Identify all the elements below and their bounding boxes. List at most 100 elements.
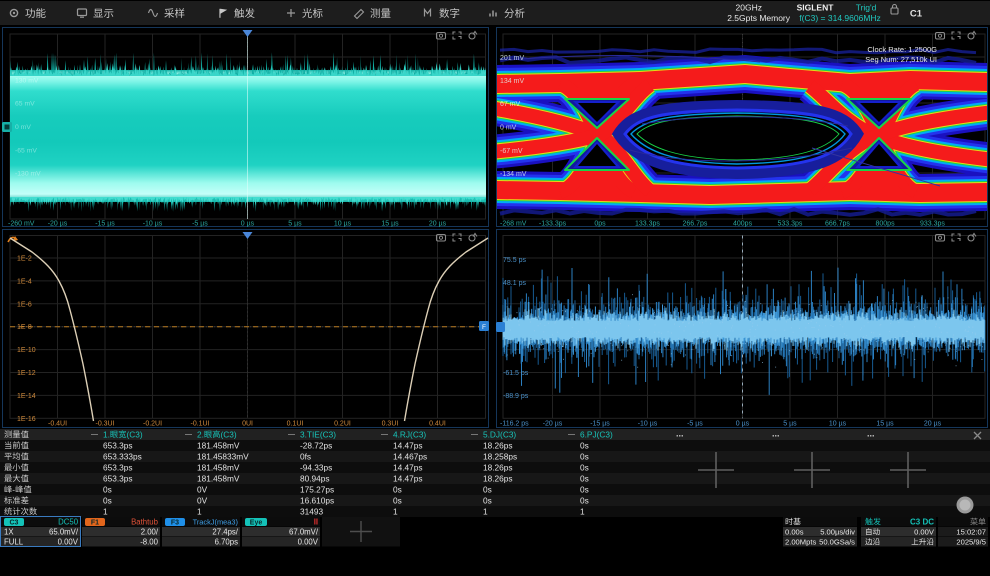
svg-text:-15 µs: -15 µs [95, 221, 115, 228]
svg-text:0UI: 0UI [242, 421, 253, 428]
svg-text:-94.33ps: -94.33ps [300, 462, 332, 472]
svg-text:20GHz: 20GHz [736, 3, 762, 13]
svg-text:1E-10: 1E-10 [17, 347, 36, 354]
svg-text:SIGLENT: SIGLENT [797, 3, 835, 13]
svg-text:181.458mV: 181.458mV [197, 462, 240, 472]
svg-text:201 mV: 201 mV [500, 55, 524, 62]
svg-text:20 µs: 20 µs [924, 421, 942, 428]
svg-text:14.467ps: 14.467ps [393, 451, 427, 461]
svg-text:933.3ps: 933.3ps [920, 221, 945, 228]
svg-text:1E-2: 1E-2 [17, 256, 32, 263]
svg-text:1: 1 [393, 506, 398, 516]
svg-text:-15 µs: -15 µs [590, 421, 610, 428]
svg-text:-0.3UI: -0.3UI [96, 421, 115, 428]
svg-text:0s: 0s [483, 484, 492, 494]
svg-text:0s: 0s [580, 440, 589, 450]
svg-text:1.: 1. [103, 429, 110, 439]
svg-text:0s: 0s [103, 495, 112, 505]
svg-text:2.00/: 2.00/ [141, 528, 159, 537]
svg-text:Trig'd: Trig'd [856, 3, 877, 13]
svg-text:1: 1 [483, 506, 488, 516]
svg-text:0.00V: 0.00V [914, 528, 935, 537]
svg-text:181.458mV: 181.458mV [197, 473, 240, 483]
svg-text:653.3ps: 653.3ps [103, 440, 133, 450]
svg-text:14.47ps: 14.47ps [393, 440, 423, 450]
svg-text:-0.2UI: -0.2UI [143, 421, 162, 428]
svg-text:Clock Rate: 1.2500G: Clock Rate: 1.2500G [867, 45, 937, 54]
svg-text:6.PJ(C3): 6.PJ(C3) [580, 429, 613, 439]
svg-text:-133.3ps: -133.3ps [539, 221, 567, 228]
svg-text:-10 µs: -10 µs [143, 221, 163, 228]
svg-text:1: 1 [580, 506, 585, 516]
svg-text:181.45833mV: 181.45833mV [197, 451, 249, 461]
svg-text:653.3ps: 653.3ps [103, 462, 133, 472]
svg-text:0s: 0s [393, 495, 402, 505]
svg-text:Bathtub: Bathtub [131, 518, 159, 527]
svg-text:-116.2 ps: -116.2 ps [500, 421, 529, 428]
svg-text:0s: 0s [393, 484, 402, 494]
svg-text:C3: C3 [10, 520, 19, 527]
svg-text:-20 µs: -20 µs [48, 221, 68, 228]
svg-text:2025/9/5: 2025/9/5 [956, 538, 986, 547]
svg-text:67.0mV/: 67.0mV/ [289, 528, 319, 537]
svg-text:4.RJ(C3): 4.RJ(C3) [393, 429, 426, 439]
svg-text:27.4ps/: 27.4ps/ [212, 528, 238, 537]
svg-text:DC50: DC50 [58, 518, 79, 527]
svg-text:-67 mV: -67 mV [500, 148, 523, 155]
svg-text:18.258ps: 18.258ps [483, 451, 517, 461]
svg-text:1E-8: 1E-8 [17, 324, 32, 331]
svg-text:-10 µs: -10 µs [638, 421, 658, 428]
svg-text:-5 µs: -5 µs [192, 221, 208, 228]
svg-text:-: - [12, 484, 15, 494]
svg-text:0.3UI: 0.3UI [382, 421, 399, 428]
svg-text:0.4UI: 0.4UI [429, 421, 446, 428]
svg-text:2.: 2. [197, 429, 204, 439]
svg-text:FULL: FULL [4, 538, 24, 547]
svg-text:F: F [482, 324, 486, 331]
svg-text:-61.5 ps: -61.5 ps [503, 370, 529, 377]
svg-text:5.00µs/div: 5.00µs/div [820, 528, 855, 537]
svg-text:-65 mV: -65 mV [15, 148, 37, 155]
svg-text:15 µs: 15 µs [381, 221, 399, 228]
svg-text:533.3ps: 533.3ps [778, 221, 803, 228]
svg-text:175.27ps: 175.27ps [300, 484, 334, 494]
svg-text:266.7ps: 266.7ps [683, 221, 708, 228]
svg-text:-20 µs: -20 µs [543, 421, 563, 428]
svg-text:5.DJ(C3): 5.DJ(C3) [483, 429, 516, 439]
svg-text:(C3): (C3) [221, 429, 237, 439]
svg-text:653.3ps: 653.3ps [103, 473, 133, 483]
svg-text:18.26ps: 18.26ps [483, 440, 513, 450]
svg-text:0V: 0V [197, 495, 208, 505]
svg-text:1E-6: 1E-6 [17, 301, 32, 308]
svg-text:5 µs: 5 µs [288, 221, 302, 228]
svg-text:14.47ps: 14.47ps [393, 462, 423, 472]
svg-text:48.1 ps: 48.1 ps [503, 280, 526, 287]
svg-text:666.7ps: 666.7ps [825, 221, 850, 228]
svg-text:75.5 ps: 75.5 ps [503, 257, 526, 264]
svg-text:181.458mV: 181.458mV [197, 440, 240, 450]
svg-text:0.1UI: 0.1UI [287, 421, 304, 428]
svg-text:(C3): (C3) [127, 429, 143, 439]
svg-text:C3 DC: C3 DC [910, 518, 934, 527]
svg-text:14.47ps: 14.47ps [393, 473, 423, 483]
svg-text:400ps: 400ps [733, 221, 753, 228]
svg-text:0.00V: 0.00V [298, 538, 319, 547]
svg-text:-134 mV: -134 mV [500, 171, 527, 178]
svg-text:0 mV: 0 mV [500, 125, 517, 132]
svg-text:15:02:07: 15:02:07 [956, 528, 986, 537]
svg-text:10 µs: 10 µs [829, 421, 847, 428]
svg-text:0.2UI: 0.2UI [334, 421, 351, 428]
svg-text:67 mV: 67 mV [500, 101, 521, 108]
svg-text:133.3ps: 133.3ps [635, 221, 660, 228]
svg-text:F3: F3 [171, 520, 179, 527]
svg-text:1X: 1X [4, 528, 14, 537]
svg-text:-88.9 ps: -88.9 ps [503, 393, 529, 400]
svg-text:0s: 0s [580, 462, 589, 472]
svg-text:6.70ps: 6.70ps [215, 538, 239, 547]
svg-text:0.00s: 0.00s [785, 528, 804, 537]
svg-text:1E-16: 1E-16 [17, 416, 36, 423]
svg-text:-5 µs: -5 µs [687, 421, 703, 428]
svg-text:f(C3) = 314.9606MHz: f(C3) = 314.9606MHz [799, 13, 881, 23]
svg-text:1: 1 [103, 506, 108, 516]
svg-text:-130 mV: -130 mV [15, 171, 41, 178]
